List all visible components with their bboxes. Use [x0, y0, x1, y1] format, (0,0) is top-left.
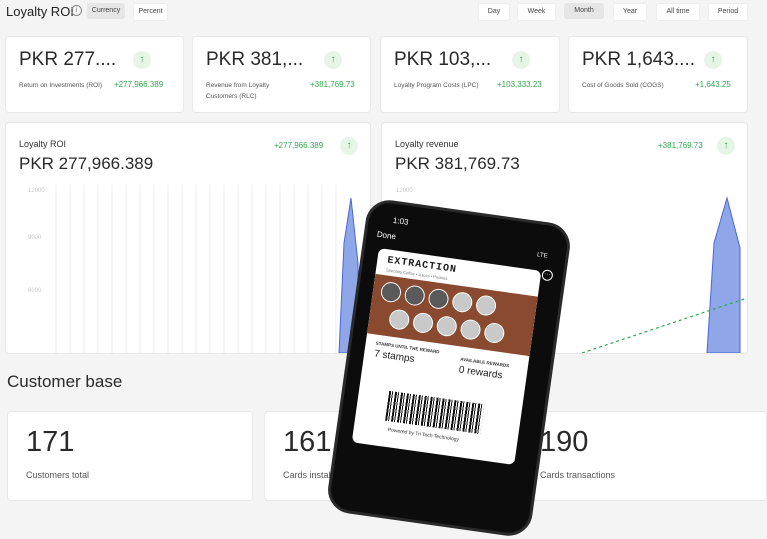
arrow-up-icon: ↑	[512, 51, 530, 69]
rewards-value: 0 rewards	[458, 364, 504, 382]
phone-status: LTE	[536, 252, 548, 260]
kpi-delta: +103,333.23	[497, 80, 542, 89]
done-button[interactable]: Done	[376, 230, 396, 242]
period-month[interactable]: Month	[564, 3, 604, 19]
kpi-label: Cost of Goods Sold (COGS)	[582, 82, 664, 89]
stamp	[411, 311, 435, 335]
kpi-card-lpc: PKR 103,... ↑ Loyalty Program Costs (LPC…	[380, 36, 560, 113]
kpi-value: PKR 1,643....	[582, 49, 696, 70]
stamp	[427, 287, 450, 311]
stamp	[435, 314, 459, 338]
kpi-card-rlc: PKR 381,... ↑ Revenue from Loyalty Custo…	[192, 36, 371, 113]
barcode	[385, 390, 485, 434]
stat-value: 161	[283, 426, 332, 458]
period-custom[interactable]: Period	[708, 3, 748, 21]
kpi-delta: +381,769.73	[310, 80, 355, 89]
page-title: Loyalty ROI	[6, 4, 74, 19]
kpi-delta: +1,643.25	[695, 80, 731, 89]
arrow-up-icon: ↑	[704, 51, 722, 69]
phone-mockup: 1:03 LTE Done ··· EXTRACTION Specialty C…	[325, 197, 573, 539]
more-icon[interactable]: ···	[541, 269, 554, 282]
customer-card-total: 171 Customers total	[7, 411, 253, 501]
stamps-value: 7 stamps	[373, 348, 416, 366]
percent-toggle[interactable]: Percent	[133, 3, 168, 21]
arrow-up-icon: ↑	[324, 51, 342, 69]
currency-toggle[interactable]: Currency	[87, 3, 125, 19]
kpi-delta: +277,966.389	[114, 80, 164, 89]
period-day[interactable]: Day	[478, 3, 510, 21]
arrow-up-icon: ↑	[133, 51, 151, 69]
stamp	[483, 321, 506, 345]
stamp	[379, 280, 403, 304]
stamp	[459, 318, 482, 341]
revenue-area	[706, 196, 741, 353]
period-year[interactable]: Year	[613, 3, 647, 21]
kpi-label: Revenue from Loyalty Customers (RLC)	[206, 82, 270, 100]
info-icon[interactable]: i	[71, 5, 82, 16]
stat-value: 190	[540, 426, 589, 458]
section-title-customer-base: Customer base	[7, 372, 123, 391]
loyalty-pass: EXTRACTION Specialty Coffee • Juices • P…	[351, 248, 542, 466]
kpi-value: PKR 381,...	[206, 49, 304, 70]
kpi-card-cogs: PKR 1,643.... ↑ Cost of Goods Sold (COGS…	[568, 36, 748, 113]
period-week[interactable]: Week	[517, 3, 556, 21]
stat-label: Cards transactions	[540, 470, 616, 480]
kpi-value: PKR 103,...	[394, 49, 492, 70]
chart-plot	[55, 185, 359, 353]
phone-time: 1:03	[392, 215, 410, 227]
stamp	[450, 290, 474, 314]
top-bar: Loyalty ROI i Currency Percent Day Week …	[0, 0, 767, 24]
period-all-time[interactable]: All time	[656, 3, 700, 21]
stamp	[474, 294, 498, 317]
stamp	[387, 308, 411, 331]
kpi-label: Loyalty Program Costs (LPC)	[394, 82, 479, 89]
stat-label: Customers total	[26, 470, 90, 480]
stamp	[403, 284, 427, 307]
customer-card-transactions: 190 Cards transactions	[521, 411, 767, 501]
kpi-value: PKR 277....	[19, 49, 117, 70]
chart-card-loyalty-roi: Loyalty ROI PKR 277,966.389 +277,966.389…	[5, 122, 371, 354]
kpi-label: Return on Investments (ROI)	[19, 82, 103, 89]
stat-value: 171	[26, 426, 75, 458]
kpi-card-roi: PKR 277.... ↑ Return on Investments (ROI…	[5, 36, 184, 113]
